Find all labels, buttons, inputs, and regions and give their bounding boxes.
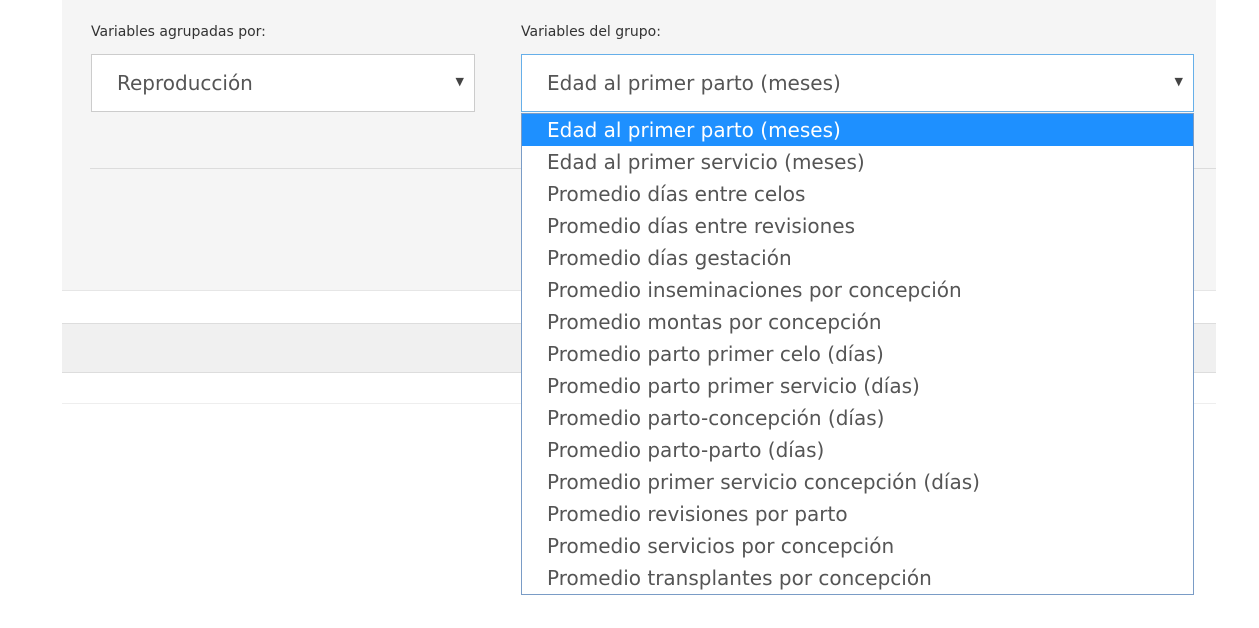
- dropdown-option[interactable]: Promedio inseminaciones por concepción: [522, 274, 1193, 306]
- group-variables-label: Variables del grupo:: [521, 24, 661, 40]
- dropdown-option[interactable]: Promedio transplantes por concepción: [522, 562, 1193, 594]
- group-variables-dropdown-list: Edad al primer parto (meses) Edad al prim…: [521, 113, 1194, 595]
- dropdown-option[interactable]: Promedio primer servicio concepción (día…: [522, 466, 1193, 498]
- caret-down-icon: ▼: [1174, 75, 1183, 88]
- dropdown-option[interactable]: Promedio servicios por concepción: [522, 530, 1193, 562]
- dropdown-option[interactable]: Edad al primer parto (meses): [522, 114, 1193, 146]
- dropdown-option[interactable]: Promedio parto-parto (días): [522, 434, 1193, 466]
- dropdown-option[interactable]: Promedio días gestación: [522, 242, 1193, 274]
- dropdown-option[interactable]: Promedio revisiones por parto: [522, 498, 1193, 530]
- group-by-label: Variables agrupadas por:: [91, 24, 266, 40]
- group-variables-select[interactable]: Edad al primer parto (meses) ▼: [521, 54, 1194, 112]
- group-by-select[interactable]: Reproducción ▼: [91, 54, 475, 112]
- dropdown-option[interactable]: Edad al primer servicio (meses): [522, 146, 1193, 178]
- dropdown-option[interactable]: Promedio parto primer servicio (días): [522, 370, 1193, 402]
- caret-down-icon: ▼: [455, 75, 464, 88]
- dropdown-option[interactable]: Promedio días entre revisiones: [522, 210, 1193, 242]
- group-variables-select-value: Edad al primer parto (meses): [547, 71, 841, 95]
- group-by-select-value: Reproducción: [117, 71, 253, 95]
- dropdown-option[interactable]: Promedio parto primer celo (días): [522, 338, 1193, 370]
- dropdown-option[interactable]: Promedio días entre celos: [522, 178, 1193, 210]
- page: Variables agrupadas por: Reproducción ▼ …: [0, 0, 1259, 628]
- dropdown-option[interactable]: Promedio montas por concepción: [522, 306, 1193, 338]
- dropdown-option[interactable]: Promedio parto-concepción (días): [522, 402, 1193, 434]
